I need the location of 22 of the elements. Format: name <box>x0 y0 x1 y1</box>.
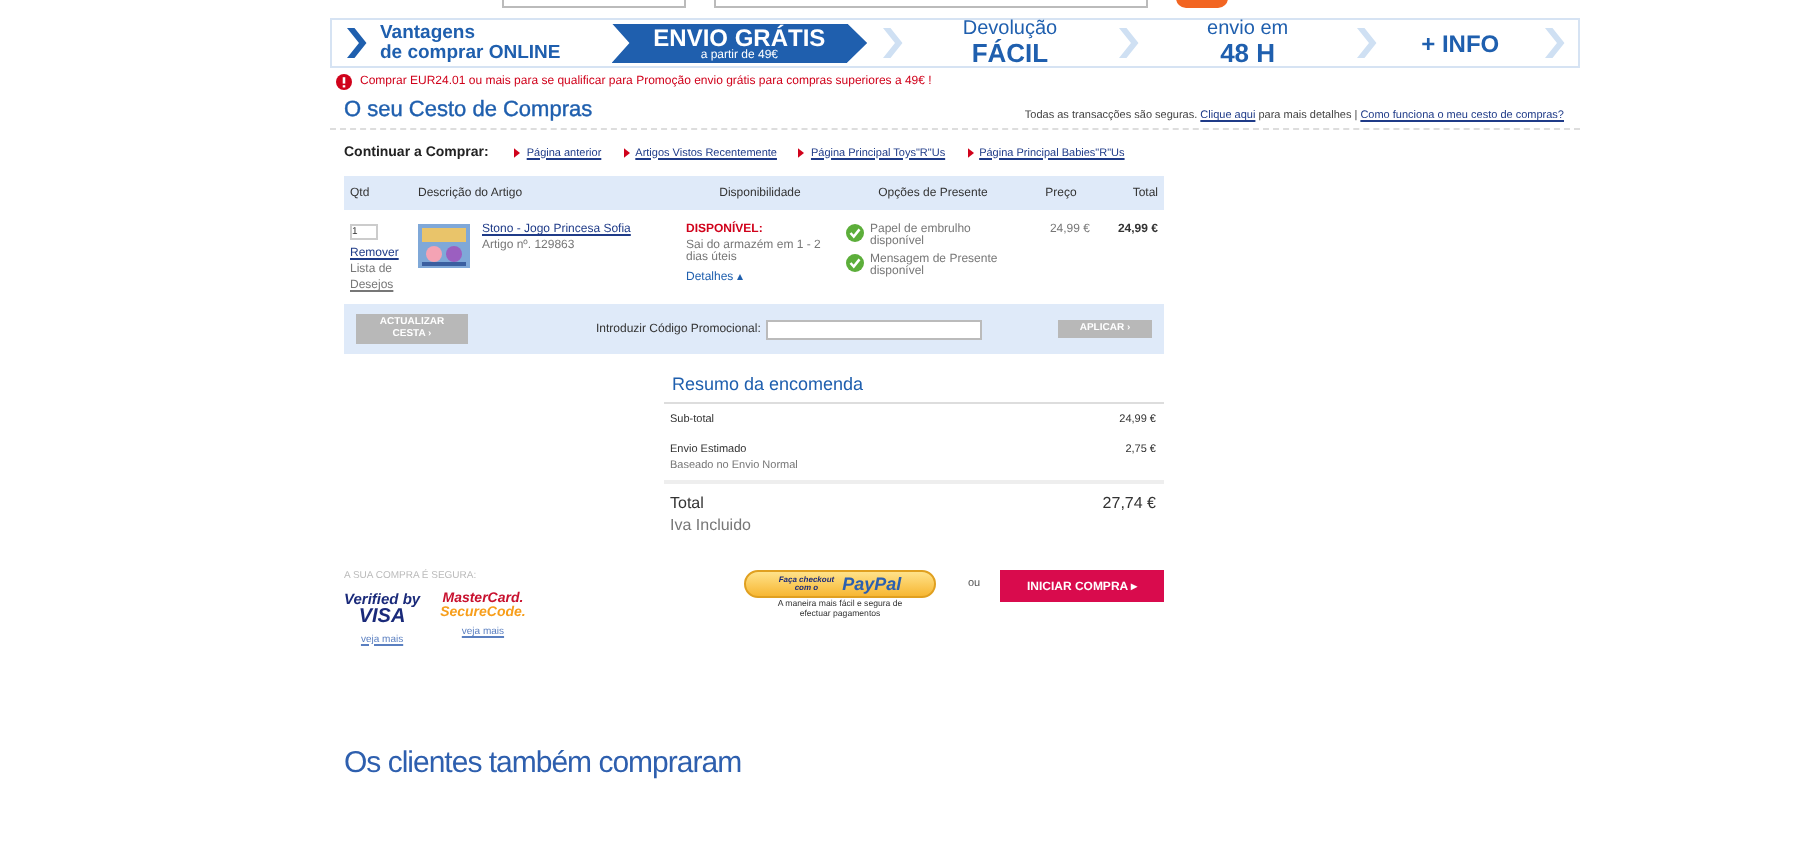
chevron-icon <box>879 26 904 60</box>
total-value: 27,74 € <box>1102 494 1156 516</box>
total-note: Iva Incluido <box>670 516 751 534</box>
alert-icon <box>336 74 352 90</box>
total-label: Total <box>670 494 706 512</box>
banner-text: + INFO <box>1419 29 1502 57</box>
banner-text: Devolução FÁCIL <box>960 20 1060 66</box>
arrow-icon <box>623 148 630 158</box>
section-title: Os clientes também compraram <box>344 745 744 779</box>
banner-text: envio em 48 H <box>1205 20 1291 66</box>
chevron-icon <box>1116 26 1141 60</box>
banner-text: Vantagens de comprar ONLINE <box>379 24 563 62</box>
summary-title: Resumo da encomenda <box>664 370 1164 404</box>
page-title: O seu Cesto de Compras <box>344 98 593 122</box>
chevron-icon <box>1354 26 1379 60</box>
arrow-icon <box>798 148 805 158</box>
arrow-icon <box>967 148 974 158</box>
chevron-icon <box>1542 26 1567 60</box>
visa-logo-text: VISA <box>358 607 406 627</box>
promo-code-field[interactable] <box>766 319 983 339</box>
chevron-icon <box>344 26 368 60</box>
arrow-icon <box>514 148 521 158</box>
